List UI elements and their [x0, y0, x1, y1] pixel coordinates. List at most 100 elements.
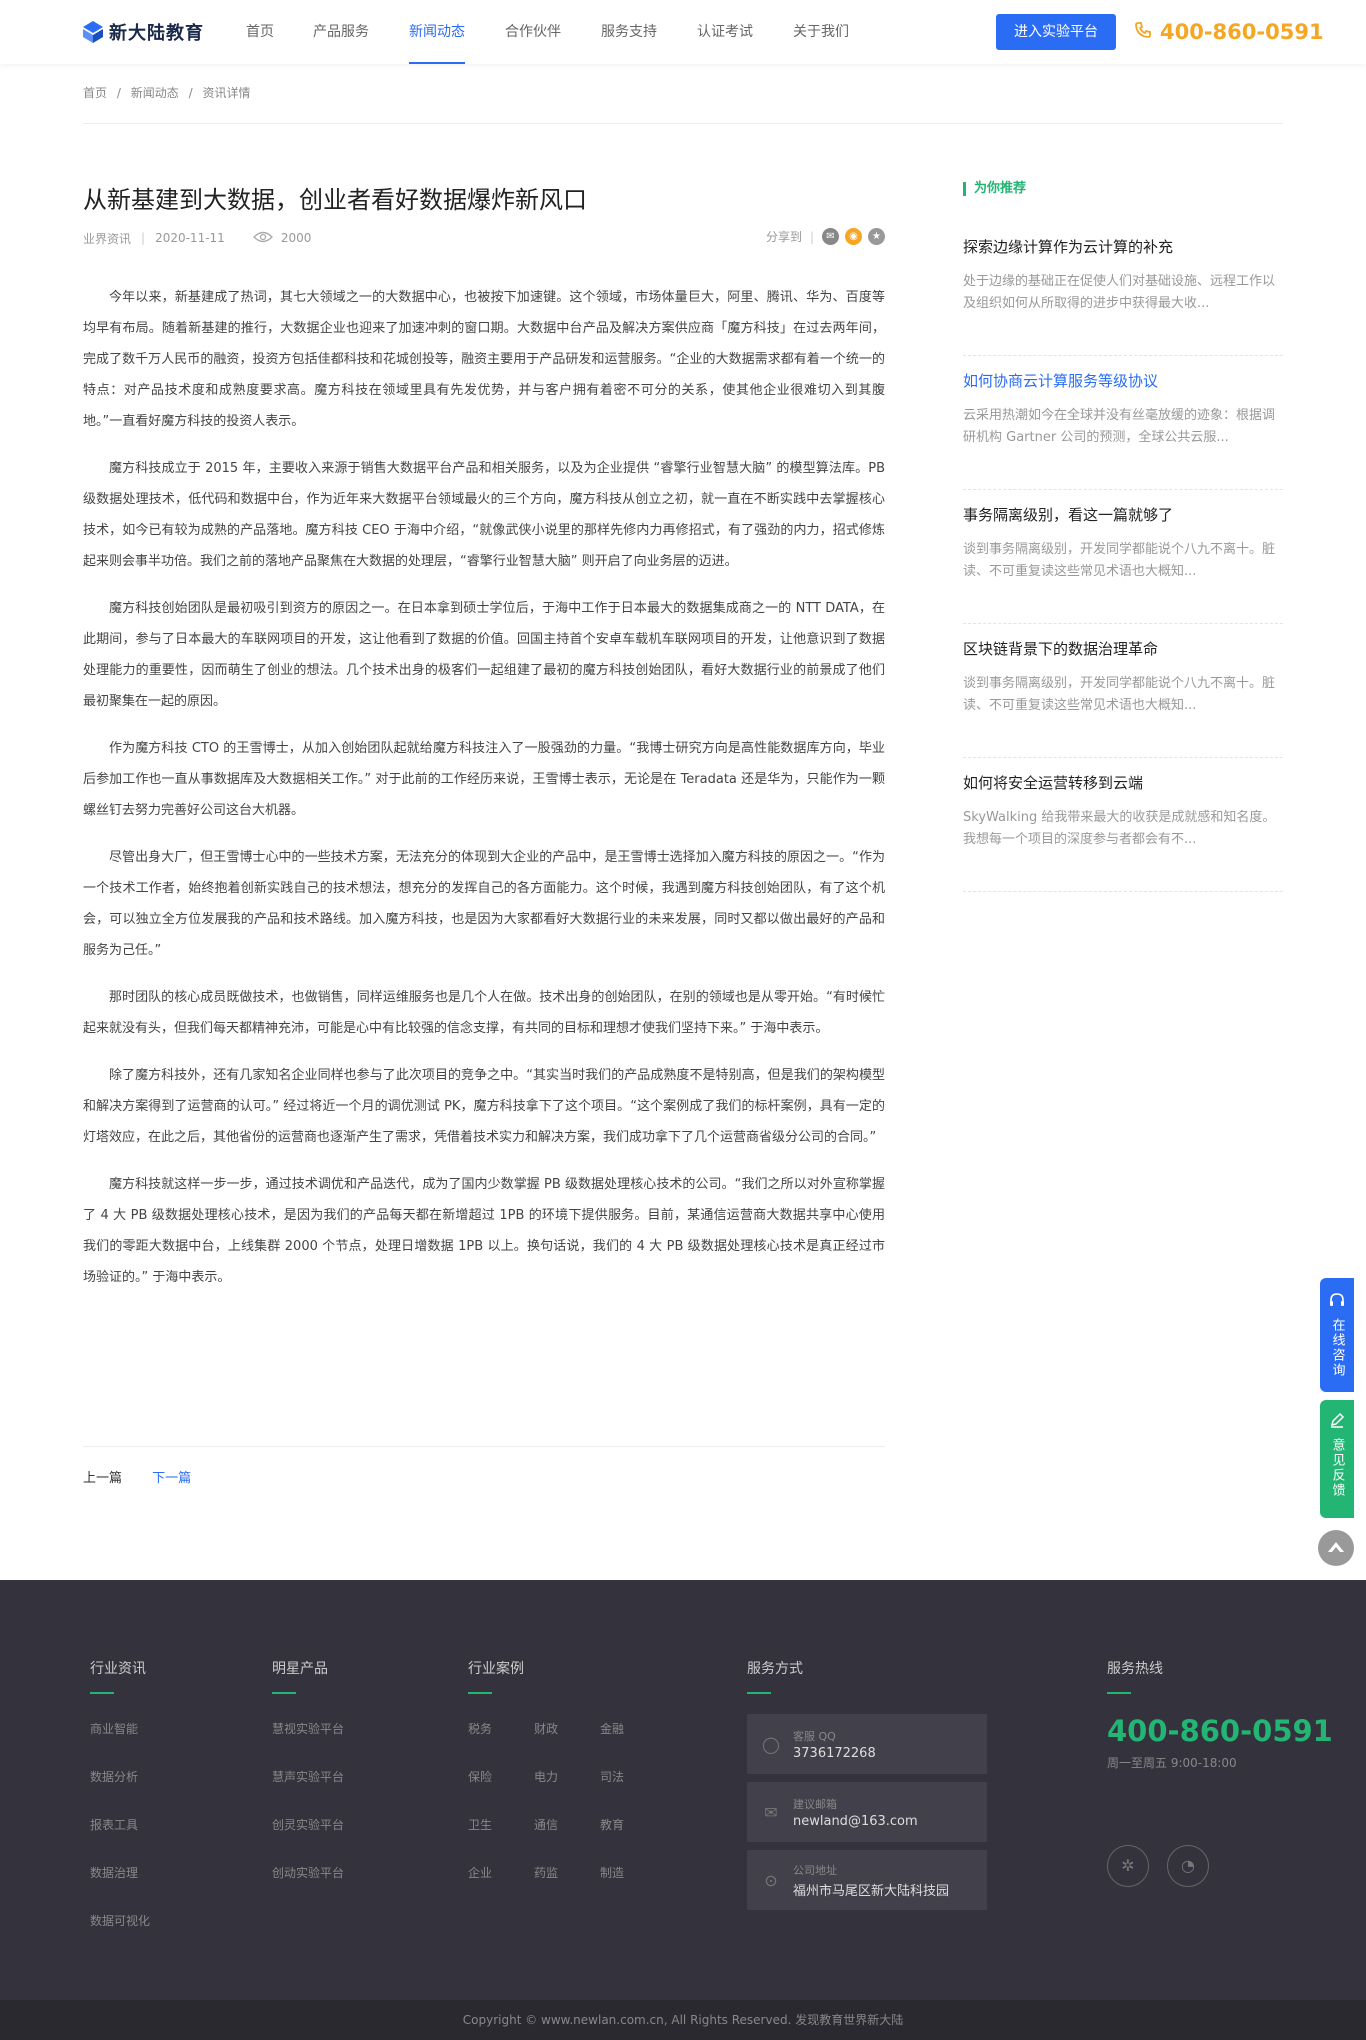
footer-link[interactable]: 教育: [600, 1816, 666, 1834]
eye-icon: [252, 231, 273, 246]
footer-social-icons: ✲ ◔: [1107, 1845, 1333, 1887]
nav-item-support[interactable]: 服务支持: [601, 0, 657, 64]
footer-link[interactable]: 卫生: [468, 1816, 534, 1834]
breadcrumb-home[interactable]: 首页: [83, 86, 107, 100]
footer-link[interactable]: 电力: [534, 1768, 600, 1786]
nav-item-home[interactable]: 首页: [236, 0, 284, 64]
meta-divider: |: [141, 231, 146, 245]
logo-cube-icon: [83, 21, 103, 43]
recommend-list: 探索边缘计算作为云计算的补充 处于边缘的基础正在促使人们对基础设施、远程工作以及…: [963, 222, 1283, 892]
online-consult-button[interactable]: 在线咨询: [1320, 1278, 1354, 1392]
recommend-item-desc: 谈到事务隔离级别，开发同学都能说个八九不离十。脏读、不可重复读这些常见术语也大概…: [963, 542, 1276, 579]
article-paragraph: 魔方科技就这样一步一步，通过技术调优和产品迭代，成为了国内少数掌握 PB 级数据…: [83, 1177, 885, 1285]
footer-link[interactable]: 税务: [468, 1720, 534, 1738]
footer-title-underline: [90, 1692, 114, 1694]
next-article-link[interactable]: 下一篇: [152, 1471, 191, 1486]
share-divider: |: [809, 229, 814, 244]
footer-col-hotline: 服务热线 400-860-0591 周一至周五 9:00-18:00 ✲ ◔: [1107, 1658, 1333, 1887]
article-paragraph: 那时团队的核心成员既做技术，也做销售，同样运维服务也是几个人在做。技术出身的创始…: [83, 990, 885, 1036]
header-phone: 400-860-0591: [1134, 18, 1324, 46]
footer-col-title: 行业资讯: [90, 1661, 146, 1677]
footer-link[interactable]: 创动实验平台: [272, 1864, 344, 1882]
breadcrumb-news[interactable]: 新闻动态: [131, 86, 179, 100]
prev-article-link[interactable]: 上一篇: [83, 1471, 122, 1486]
feedback-button[interactable]: 意见反馈: [1320, 1400, 1354, 1518]
main-nav: 首页 产品服务 新闻动态 合作伙伴 服务支持 认证考试 关于我们: [236, 0, 849, 64]
breadcrumb-separator: /: [116, 86, 121, 100]
feedback-label: 意见反馈: [1320, 1438, 1354, 1498]
nav-item-news[interactable]: 新闻动态: [409, 0, 465, 64]
recommend-item[interactable]: 如何协商云计算服务等级协议 云采用热潮如今在全球并没有丝毫放缓的迹象：根据调研机…: [963, 356, 1283, 490]
article-title: 从新基建到大数据，创业者看好数据爆炸新风口: [83, 186, 587, 214]
card-value: newland@163.com: [793, 1813, 918, 1829]
card-value: 福州市马尾区新大陆科技园: [793, 1883, 950, 1899]
footer-title-underline: [272, 1692, 296, 1694]
wechat-share-icon[interactable]: ✉: [822, 228, 839, 245]
recommend-item-title[interactable]: 如何协商云计算服务等级协议: [963, 370, 1283, 391]
footer-address-card: ⊙ 公司地址 福州市马尾区新大陆科技园: [747, 1850, 987, 1910]
recommend-item-desc: 处于边缘的基础正在促使人们对基础设施、远程工作以及组织如何从所取得的进步中获得最…: [963, 274, 1276, 311]
footer-link[interactable]: 商业智能: [90, 1720, 150, 1738]
online-consult-text: 在线咨询: [1329, 1318, 1345, 1378]
qq-icon: ◯: [762, 1734, 780, 1754]
footer-case-grid: 税务 财政 金融 保险 电力 司法 卫生 通信 教育 企业 药监 制造: [468, 1720, 666, 1882]
footer-link[interactable]: 通信: [534, 1816, 600, 1834]
nav-item-products[interactable]: 产品服务: [313, 0, 369, 64]
footer-link[interactable]: 数据治理: [90, 1864, 150, 1882]
footer-link[interactable]: 司法: [600, 1768, 666, 1786]
footer-link[interactable]: 药监: [534, 1864, 600, 1882]
recommend-item-desc: SkyWalking 给我带来最大的收获是成就感和知名度。我想每一个项目的深度参…: [963, 810, 1276, 847]
footer-link[interactable]: 创灵实验平台: [272, 1816, 344, 1834]
breadcrumb-separator: /: [188, 86, 193, 100]
article-paragraph: 魔方科技创始团队是最初吸引到资方的原因之一。在日本拿到硕士学位后，于海中工作于日…: [83, 601, 885, 709]
footer-link[interactable]: 金融: [600, 1720, 666, 1738]
footer-link[interactable]: 数据分析: [90, 1768, 150, 1786]
back-to-top-icon[interactable]: [1318, 1530, 1354, 1566]
phone-icon: [1134, 20, 1152, 44]
footer-link[interactable]: 报表工具: [90, 1816, 150, 1834]
footer-email-card: ✉ 建议邮箱 newland@163.com: [747, 1782, 987, 1842]
copyright: Copyright © www.newlan.com.cn, All Right…: [0, 2000, 1366, 2040]
footer-title-underline: [468, 1692, 492, 1694]
recommend-item-title[interactable]: 探索边缘计算作为云计算的补充: [963, 236, 1283, 257]
nav-item-certification[interactable]: 认证考试: [697, 0, 753, 64]
footer-col-title: 服务方式: [747, 1661, 803, 1677]
footer-link[interactable]: 制造: [600, 1864, 666, 1882]
article-date: 2020-11-11: [155, 231, 225, 245]
footer-title-underline: [747, 1692, 771, 1694]
footer-col-products: 明星产品 慧视实验平台 慧声实验平台 创灵实验平台 创动实验平台: [272, 1658, 344, 1912]
weibo-share-icon[interactable]: ◉: [845, 228, 862, 245]
footer-link[interactable]: 企业: [468, 1864, 534, 1882]
footer-link[interactable]: 慧视实验平台: [272, 1720, 344, 1738]
headset-icon: [1320, 1278, 1354, 1312]
site-logo[interactable]: 新大陆教育: [83, 18, 204, 46]
footer-qq-card: ◯ 客服 QQ 3736172268: [747, 1714, 987, 1774]
wechat-icon[interactable]: ✲: [1107, 1845, 1149, 1887]
article-paragraph: 除了魔方科技外，还有几家知名企业同样也参与了此次项目的竞争之中。“其实当时我们的…: [83, 1068, 885, 1145]
recommend-item[interactable]: 区块链背景下的数据治理革命 谈到事务隔离级别，开发同学都能说个八九不离十。脏读、…: [963, 624, 1283, 758]
recommend-item-desc: 谈到事务隔离级别，开发同学都能说个八九不离十。脏读、不可重复读这些常见术语也大概…: [963, 676, 1276, 713]
recommend-item[interactable]: 如何将安全运营转移到云端 SkyWalking 给我带来最大的收获是成就感和知名…: [963, 758, 1283, 892]
qq-icon[interactable]: ◔: [1167, 1845, 1209, 1887]
recommend-item[interactable]: 事务隔离级别，看这一篇就够了 谈到事务隔离级别，开发同学都能说个八九不离十。脏读…: [963, 490, 1283, 624]
article-body: 今年以来，新基建成了热词，其七大领域之一的大数据中心，也被按下加速键。这个领域，…: [83, 282, 885, 1309]
favorite-share-icon[interactable]: ★: [868, 228, 885, 245]
recommend-item-title[interactable]: 事务隔离级别，看这一篇就够了: [963, 504, 1283, 525]
article-view-count: 2000: [280, 231, 312, 245]
recommend-item-title[interactable]: 如何将安全运营转移到云端: [963, 772, 1283, 793]
edit-icon: [1320, 1400, 1354, 1432]
nav-item-about[interactable]: 关于我们: [793, 0, 849, 64]
recommend-item[interactable]: 探索边缘计算作为云计算的补充 处于边缘的基础正在促使人们对基础设施、远程工作以及…: [963, 222, 1283, 356]
nav-item-partners[interactable]: 合作伙伴: [505, 0, 561, 64]
article-paragraph: 魔方科技成立于 2015 年，主要收入来源于销售大数据平台产品和相关服务，以及为…: [83, 461, 885, 569]
article-views: 2000: [252, 231, 312, 246]
card-label: 客服 QQ: [793, 1729, 836, 1743]
card-value: 3736172268: [793, 1745, 876, 1761]
recommend-item-title[interactable]: 区块链背景下的数据治理革命: [963, 638, 1283, 659]
footer-link[interactable]: 慧声实验平台: [272, 1768, 344, 1786]
footer-link[interactable]: 数据可视化: [90, 1912, 150, 1930]
enter-lab-button[interactable]: 进入实验平台: [996, 14, 1116, 50]
footer-link[interactable]: 保险: [468, 1768, 534, 1786]
footer-link[interactable]: 财政: [534, 1720, 600, 1738]
footer-col-title: 行业案例: [468, 1661, 524, 1677]
